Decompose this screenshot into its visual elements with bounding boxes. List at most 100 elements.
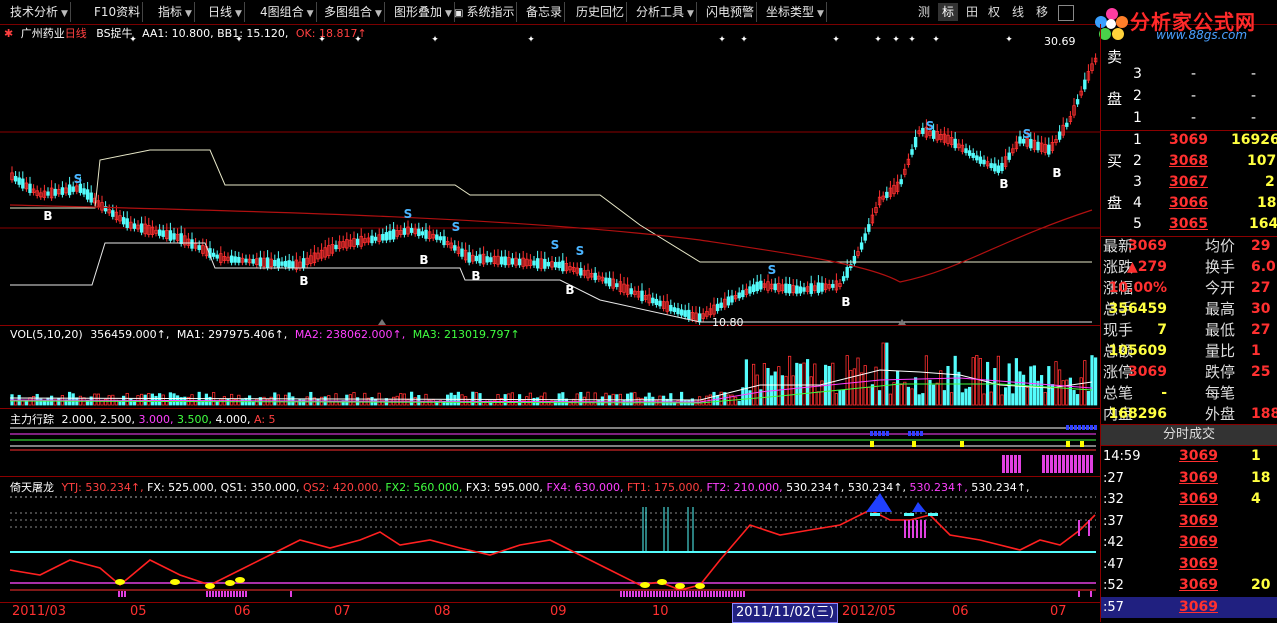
yt-bottom-bar: [653, 591, 655, 597]
volume-bar: [762, 363, 767, 406]
volume-bar: [698, 396, 702, 406]
volume-bar: [870, 384, 875, 406]
quote-table: 最新 3069 均价 29 涨跌 ▲279 换手 6.0 涨幅 10.00% 今开 27 总手 35645…: [1101, 236, 1277, 424]
yt-bottom-bar: [215, 591, 217, 597]
candle-body: [982, 159, 986, 165]
buy-row[interactable]: 3 3067 2: [1101, 172, 1277, 193]
volume-bar: [741, 387, 745, 406]
tick-time: :37: [1103, 513, 1124, 529]
zl-marker: [870, 441, 874, 447]
candle-body: [975, 155, 979, 161]
date-tick: 06: [234, 604, 251, 619]
sell-row[interactable]: 2 - -: [1101, 86, 1277, 107]
yt-bottom-bar: [236, 591, 238, 597]
volume-bar: [276, 394, 281, 406]
volume-bar: [1025, 387, 1029, 406]
candle-body: [283, 260, 288, 267]
volume-bar: [644, 396, 648, 406]
yt-yellow-dot: [115, 579, 125, 585]
candle-body: [798, 286, 803, 294]
date-tick: 09: [550, 604, 567, 619]
volume-bar: [816, 391, 821, 406]
volume-bar: [456, 391, 461, 406]
volume-bar: [845, 355, 849, 406]
candle-body: [1065, 122, 1069, 127]
volume-bar: [150, 393, 154, 406]
sell-signal-label: S: [1023, 127, 1032, 141]
sell-row[interactable]: 1 - -: [1101, 108, 1277, 129]
volume-bar: [409, 391, 414, 406]
buy-row[interactable]: 4 3066 18: [1101, 193, 1277, 214]
volume-bar: [975, 355, 979, 406]
zl-marker: [912, 431, 915, 436]
quote-value: 356459: [1108, 301, 1167, 317]
volume-bar: [755, 374, 759, 406]
level: 5: [1133, 216, 1142, 232]
tick-time: 14:59: [1103, 449, 1141, 464]
candle-body: [503, 256, 507, 266]
candle-body: [726, 296, 731, 306]
volume-bar: [752, 363, 756, 406]
candle-body: [561, 260, 565, 272]
volume-bar: [1094, 357, 1098, 406]
zl-bar: [1002, 455, 1005, 473]
candle-body: [1047, 144, 1051, 155]
yt-bottom-bar: [704, 591, 706, 597]
candle-body: [967, 150, 972, 156]
top-marker: ✦: [892, 35, 900, 45]
candle-body: [391, 229, 396, 240]
tick-price: 3069: [1179, 577, 1218, 593]
candle-body: [474, 255, 479, 262]
quote-value: 27: [1251, 280, 1271, 296]
buy-row[interactable]: 2 3068 107: [1101, 151, 1277, 172]
yt-yellow-dot: [695, 583, 705, 589]
buy-row[interactable]: 5 3065 164: [1101, 214, 1277, 235]
volume-bar: [982, 393, 986, 406]
volume-bar: [283, 394, 288, 406]
top-marker: ✦: [874, 35, 882, 45]
candle-body: [719, 302, 723, 308]
volume-bar: [734, 396, 738, 406]
candle-body: [478, 254, 482, 264]
zl-bar: [1078, 455, 1081, 473]
volume: 107: [1247, 153, 1277, 169]
chart-canvas[interactable]: B S B S B S B S B S S B S B S B ✦ ✦ ✦ ✦ ✦ ✦ ✦ ✦ ✦ ✦ ✦ ✦ ✦ ✦: [0, 0, 1100, 622]
tick-price: 3069: [1179, 448, 1218, 464]
yt-bottom-bar: [206, 591, 208, 597]
tick-row: 14:59 3069 1: [1101, 446, 1277, 467]
top-marker: ✦: [527, 35, 535, 45]
yt-bottom-bar: [121, 591, 123, 597]
date-tick: 08: [434, 604, 451, 619]
candle-body: [125, 218, 129, 228]
quote-row: 总额 105609 量比 1: [1101, 341, 1277, 362]
candle-body: [384, 232, 389, 241]
candle-body: [438, 236, 443, 241]
yt-bottom-bar: [650, 591, 652, 597]
top-marker: ✦: [1005, 35, 1013, 45]
price: 3067: [1169, 174, 1208, 190]
candle-body: [485, 256, 489, 263]
candle-body: [1083, 79, 1087, 90]
volume-bar: [463, 396, 468, 406]
volume-bar: [766, 367, 770, 406]
zl-marker: [1070, 425, 1073, 430]
price: 3066: [1169, 195, 1208, 211]
buy-row[interactable]: 1 3069 16926: [1101, 130, 1277, 151]
candle-body: [607, 277, 612, 287]
candle-body: [795, 285, 799, 294]
candle-body: [787, 284, 792, 294]
yt-bottom-bar: [686, 591, 688, 597]
quote-key: 每笔: [1205, 384, 1236, 402]
quote-value: 6.0: [1251, 259, 1276, 275]
yt-bottom-bar: [710, 591, 712, 597]
sell-row[interactable]: 3 - -: [1101, 64, 1277, 85]
zl-marker: [882, 431, 885, 436]
volume-bar: [960, 392, 965, 406]
quote-key: 现手: [1103, 321, 1134, 339]
ticks-title: 分时成交: [1162, 427, 1215, 442]
yt-cyan-mark: [928, 513, 938, 516]
volume-bar: [852, 368, 857, 406]
quote-row: 现手 7 最低 27: [1101, 320, 1277, 341]
yt-bottom-bar: [683, 591, 685, 597]
candle-body: [751, 284, 756, 293]
